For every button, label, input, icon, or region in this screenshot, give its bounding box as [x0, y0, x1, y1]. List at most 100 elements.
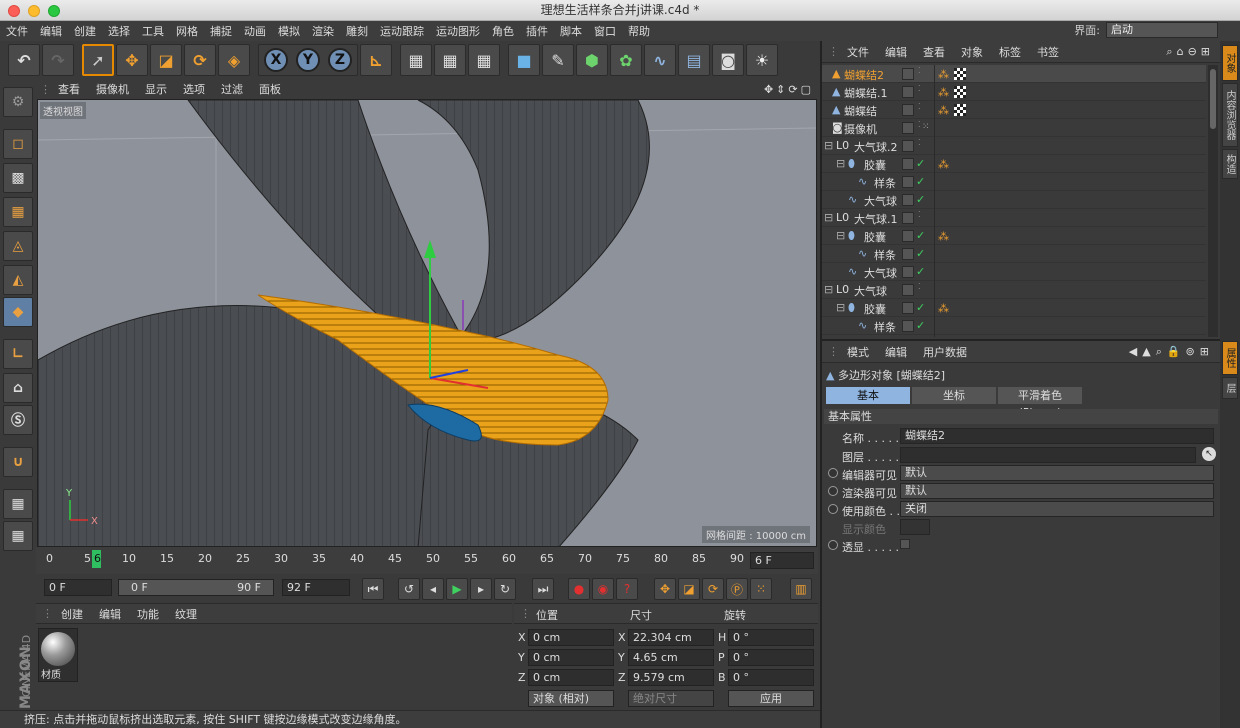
start-frame-field[interactable]: 0 F	[44, 579, 112, 596]
close-window-button[interactable]	[8, 5, 20, 17]
spline-pen-icon[interactable]: ✎	[542, 44, 574, 76]
nurbs-subdivision-icon[interactable]: ⬢	[576, 44, 608, 76]
move-icon[interactable]: ✥	[116, 44, 148, 76]
menu-plugins[interactable]: 插件	[520, 23, 554, 39]
object-row-balloon2[interactable]: ⊟ L0 大气球.2 ⁚	[822, 137, 1206, 155]
go-to-end-icon[interactable]: ⏭	[532, 578, 554, 600]
tab-basic[interactable]: 基本	[826, 387, 910, 404]
material-swatch[interactable]: 材质	[38, 628, 78, 682]
object-search-home-icons[interactable]: ⌕⌂⊖⊞	[1166, 45, 1214, 59]
camera-tag-icon[interactable]: ⁙	[922, 122, 934, 134]
menu-edit[interactable]: 编辑	[34, 23, 68, 39]
material-tag-icon[interactable]	[954, 68, 966, 80]
rotation-b-field[interactable]: 0 °	[728, 669, 814, 686]
cube-primitive-icon[interactable]: ■	[508, 44, 540, 76]
key-position-icon[interactable]: ✥	[654, 578, 676, 600]
side-tab-structure[interactable]: 构造	[1222, 149, 1238, 179]
visibility-checkbox[interactable]	[902, 212, 914, 224]
size-x-field[interactable]: 22.304 cm	[628, 629, 714, 646]
anim-radio[interactable]	[828, 540, 838, 550]
viewport-menu-display[interactable]: 显示	[137, 81, 175, 97]
render-view-icon[interactable]: ▦	[400, 44, 432, 76]
attr-display-color-swatch[interactable]	[900, 519, 930, 535]
viewport-menu-options[interactable]: 选项	[175, 81, 213, 97]
object-menu-object[interactable]: 对象	[953, 44, 991, 60]
visibility-checkbox[interactable]	[902, 248, 914, 260]
keyframe-selection-icon[interactable]: ?	[616, 578, 638, 600]
floor-environment-icon[interactable]: ▤	[678, 44, 710, 76]
object-row-capsule[interactable]: ⊟ ⬮ 胶囊 ✓ ⁂	[822, 299, 1206, 317]
size-z-field[interactable]: 9.579 cm	[628, 669, 714, 686]
next-frame-icon[interactable]: ▸	[470, 578, 492, 600]
menu-mograph[interactable]: 运动图形	[430, 23, 486, 39]
attr-layer-field[interactable]	[900, 447, 1196, 463]
viewport-menu-filter[interactable]: 过滤	[213, 81, 251, 97]
axis-mode-icon[interactable]: ∟	[3, 339, 33, 369]
object-row-capsule[interactable]: ⊟ ⬮ 胶囊 ✓ ⁂	[822, 155, 1206, 173]
key-rotation-icon[interactable]: ⟳	[702, 578, 724, 600]
z-axis-lock-icon[interactable]: Z	[328, 48, 352, 72]
viewport-menu-panel[interactable]: 面板	[251, 81, 289, 97]
menu-select[interactable]: 选择	[102, 23, 136, 39]
size-y-field[interactable]: 4.65 cm	[628, 649, 714, 666]
scale-icon[interactable]: ◪	[150, 44, 182, 76]
visibility-checkbox[interactable]	[902, 302, 914, 314]
viewport-menu-view[interactable]: 查看	[50, 81, 88, 97]
redo-icon[interactable]: ↷	[42, 44, 74, 76]
polygons-mode-icon[interactable]: ◆	[3, 297, 33, 327]
menu-motion-tracking[interactable]: 运动跟踪	[374, 23, 430, 39]
apply-button[interactable]: 应用	[728, 690, 814, 707]
key-parameter-icon[interactable]: Ⓟ	[726, 578, 748, 600]
light-bulb-icon[interactable]: ☀	[746, 44, 778, 76]
go-to-start-icon[interactable]: ⏮	[362, 578, 384, 600]
position-x-field[interactable]: 0 cm	[528, 629, 614, 646]
visibility-checkbox[interactable]	[902, 176, 914, 188]
menu-sculpt[interactable]: 雕刻	[340, 23, 374, 39]
attribute-menu-user-data[interactable]: 用户数据	[915, 344, 975, 360]
menu-script[interactable]: 脚本	[554, 23, 588, 39]
menu-window[interactable]: 窗口	[588, 23, 622, 39]
record-keyframe-icon[interactable]: ●	[568, 578, 590, 600]
next-key-icon[interactable]: ↻	[494, 578, 516, 600]
perspective-viewport[interactable]: Y X 透视视图 网格间距 : 10000 cm	[37, 99, 817, 547]
anim-radio[interactable]	[828, 504, 838, 514]
attr-xray-checkbox[interactable]	[900, 539, 910, 549]
attribute-menu-edit[interactable]: 编辑	[877, 344, 915, 360]
recent-tool-cube-icon[interactable]: ◈	[218, 44, 250, 76]
key-scale-icon[interactable]: ◪	[678, 578, 700, 600]
material-menu-texture[interactable]: 纹理	[167, 606, 205, 622]
attribute-nav-icons[interactable]: ◀▲⌕🔒⊚⊞	[1129, 345, 1214, 359]
side-tab-attributes[interactable]: 属性	[1222, 341, 1238, 375]
tweak-mouse-icon[interactable]: ⌂	[3, 373, 33, 403]
material-tag-icon[interactable]	[954, 86, 966, 98]
timeline-ruler[interactable]: 0 5 6 10 15 20 25 30 35 40 45 50 55 60 6…	[36, 547, 818, 574]
menu-help[interactable]: 帮助	[622, 23, 656, 39]
object-row-camera[interactable]: ◙ 摄像机 ⁚ ⁙	[822, 119, 1206, 137]
rotation-h-field[interactable]: 0 °	[728, 629, 814, 646]
coordinate-system-icon[interactable]: ⊾	[360, 44, 392, 76]
side-tab-objects[interactable]: 对象	[1222, 45, 1238, 81]
make-editable-icon[interactable]: ⚙	[3, 87, 33, 117]
visibility-checkbox[interactable]	[902, 104, 914, 116]
workplane-lock-icon[interactable]: ▦	[3, 521, 33, 551]
menu-snap[interactable]: 捕捉	[204, 23, 238, 39]
menu-file[interactable]: 文件	[0, 23, 34, 39]
menu-simulate[interactable]: 模拟	[272, 23, 306, 39]
anim-radio[interactable]	[828, 468, 838, 478]
auto-keyframe-icon[interactable]: ◉	[592, 578, 614, 600]
texture-mode-icon[interactable]: ▩	[3, 163, 33, 193]
menu-character[interactable]: 角色	[486, 23, 520, 39]
render-picture-viewer-icon[interactable]: ▦	[434, 44, 466, 76]
attr-editor-visible-dropdown[interactable]: 默认	[900, 465, 1214, 481]
object-row-butterfly2[interactable]: ▲ 蝴蝶结2 ⁚ ⁂	[822, 65, 1206, 83]
object-scrollbar[interactable]	[1208, 65, 1218, 337]
visibility-checkbox[interactable]	[902, 86, 914, 98]
menu-animate[interactable]: 动画	[238, 23, 272, 39]
object-menu-file[interactable]: 文件	[839, 44, 877, 60]
object-row-butterfly[interactable]: ▲ 蝴蝶结 ⁚ ⁂	[822, 101, 1206, 119]
visibility-checkbox[interactable]	[902, 284, 914, 296]
layer-picker-icon[interactable]: ↖	[1202, 447, 1216, 461]
interface-dropdown[interactable]: 启动	[1106, 22, 1218, 38]
grid-lock-icon[interactable]: ▦	[3, 489, 33, 519]
object-menu-view[interactable]: 查看	[915, 44, 953, 60]
